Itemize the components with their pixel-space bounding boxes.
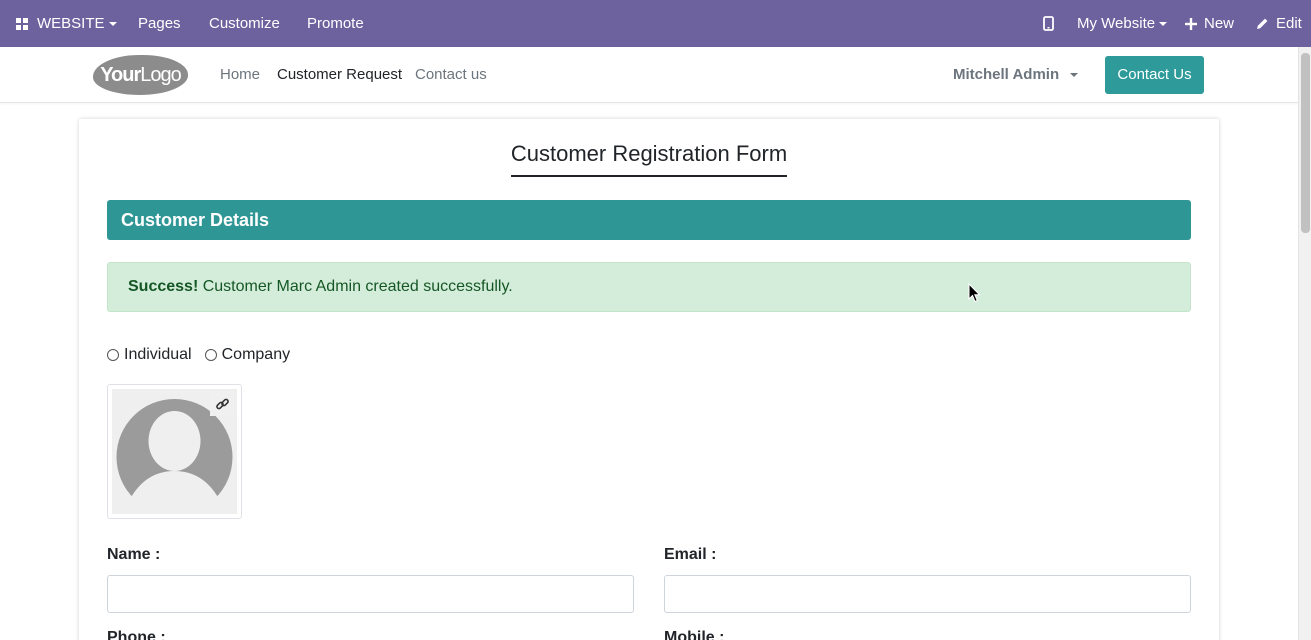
scrollbar-thumb[interactable] [1301, 53, 1310, 233]
new-content-label: New [1204, 15, 1235, 32]
section-header-customer-details: Customer Details [107, 200, 1191, 240]
pages-menu-label: Pages [138, 15, 181, 32]
profile-image-upload[interactable] [107, 384, 242, 519]
link-icon [215, 398, 229, 409]
form-title: Customer Registration Form [510, 141, 788, 177]
mouse-cursor-icon [968, 283, 981, 303]
customer-type-radio-group: Individual Company [107, 345, 303, 365]
name-input[interactable] [107, 575, 634, 613]
nav-link-customer-request[interactable]: Customer Request [277, 47, 402, 103]
email-input[interactable] [664, 575, 1191, 613]
nav-link-home[interactable]: Home [220, 47, 260, 103]
registration-form-card: Customer Registration Form Customer Deta… [79, 119, 1219, 640]
customize-menu-label: Customize [209, 15, 280, 32]
chevron-down-icon [1070, 73, 1079, 78]
mobile-preview-button[interactable] [1043, 0, 1054, 47]
website-menu-label: WEBSITE [37, 15, 105, 32]
plus-icon [1185, 17, 1197, 30]
user-name: Mitchell Admin [953, 66, 1060, 83]
nav-link-contact-us[interactable]: Contact us [415, 47, 487, 103]
logo-light-text: Logo [140, 64, 181, 86]
phone-label: Phone : [107, 629, 166, 640]
radio-company-label[interactable]: Company [222, 346, 290, 364]
pencil-icon [1257, 18, 1268, 29]
email-label: Email : [664, 546, 717, 563]
form-title-wrap: Customer Registration Form [79, 141, 1219, 177]
radio-individual-label[interactable]: Individual [124, 346, 192, 364]
alert-message: Customer Marc Admin created successfully… [198, 278, 513, 295]
site-header: YourLogo Home Customer Request Contact u… [0, 47, 1298, 103]
mobile-label: Mobile : [664, 629, 725, 640]
alert-strong-text: Success! [128, 278, 199, 295]
customize-menu-button[interactable]: Customize [209, 0, 280, 47]
mobile-icon [1043, 16, 1054, 31]
avatar[interactable] [112, 389, 237, 514]
user-menu[interactable]: Mitchell Admin [953, 47, 1079, 103]
new-content-button[interactable]: New [1185, 0, 1234, 47]
my-website-menu-button[interactable]: My Website [1077, 0, 1168, 47]
image-url-button[interactable] [210, 392, 234, 416]
website-admin-bar: WEBSITE Pages Customize Promote My Websi… [0, 0, 1311, 47]
page-scrollbar[interactable] [1298, 47, 1311, 640]
name-label: Name : [107, 546, 161, 563]
logo-bold-text: Your [100, 64, 141, 86]
promote-menu-label: Promote [307, 15, 364, 32]
my-website-menu-label: My Website [1077, 15, 1156, 32]
pages-menu-button[interactable]: Pages [138, 0, 181, 47]
chevron-down-icon [1159, 21, 1168, 26]
promote-menu-button[interactable]: Promote [307, 0, 364, 47]
edit-page-label: Edit [1276, 15, 1302, 32]
contact-us-button[interactable]: Contact Us [1105, 56, 1204, 94]
website-menu-button[interactable]: WEBSITE [16, 0, 117, 47]
success-alert: Success! Customer Marc Admin created suc… [107, 262, 1191, 312]
radio-individual[interactable] [107, 349, 119, 361]
radio-company[interactable] [204, 349, 217, 361]
grid-icon [16, 17, 28, 30]
chevron-down-icon [108, 21, 117, 26]
edit-page-button[interactable]: Edit [1256, 0, 1302, 47]
company-logo[interactable]: YourLogo [93, 55, 188, 95]
